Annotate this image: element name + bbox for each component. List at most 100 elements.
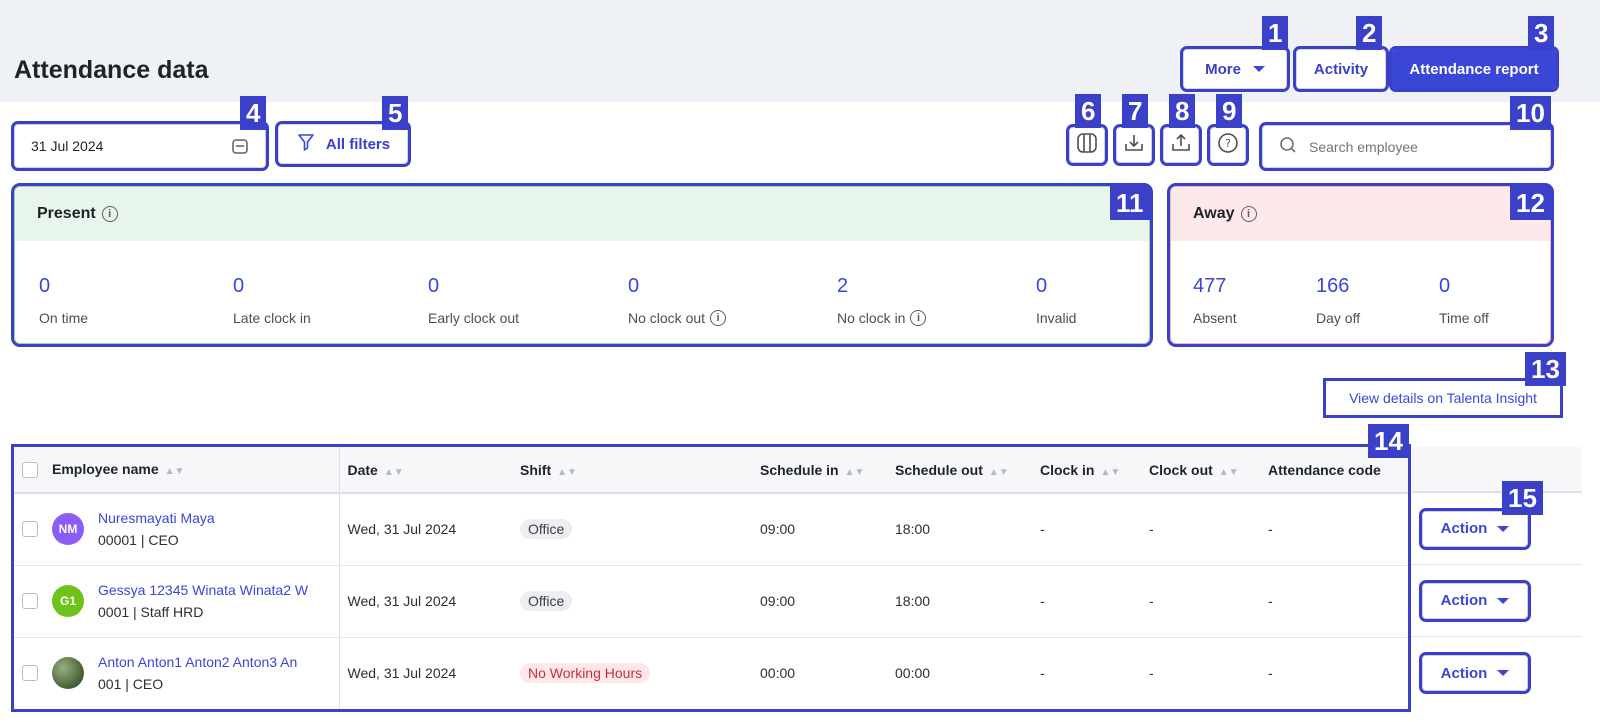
table-header-row: Employee name ▲▼ Date ▲▼ Shift ▲▼ Schedule … — [14, 447, 1408, 494]
col-clock-out[interactable]: Clock out ▲▼ — [1141, 447, 1260, 494]
row-checkbox[interactable] — [22, 665, 38, 682]
attendance-report-button[interactable]: Attendance report — [1389, 46, 1559, 92]
annotation-badge: 11 — [1110, 186, 1150, 220]
col-employee-name[interactable]: Employee name ▲▼ — [14, 447, 340, 494]
action-button[interactable]: Action — [1419, 507, 1531, 550]
stat-label: Absent — [1193, 310, 1237, 326]
all-filters-button[interactable]: All filters — [275, 121, 411, 167]
stat-absent[interactable]: 477 Absent — [1193, 275, 1237, 326]
shift-badge: Office — [520, 591, 573, 611]
action-button[interactable]: Action — [1419, 579, 1531, 622]
row-checkbox[interactable] — [22, 521, 38, 538]
stat-label: Early clock out — [428, 310, 520, 326]
annotation-badge: 9 — [1216, 94, 1243, 128]
attendance-table: Employee name ▲▼ Date ▲▼ Shift ▲▼ Schedule … — [11, 444, 1411, 712]
sort-icon[interactable]: ▲▼ — [384, 467, 404, 478]
info-icon[interactable]: i — [101, 206, 118, 222]
annotation-badge: 5 — [382, 96, 409, 130]
action-label: Action — [1440, 664, 1488, 682]
stat-invalid[interactable]: 0 Invalid — [1036, 275, 1076, 326]
action-row: Action — [1412, 637, 1582, 709]
attendance-code-cell: - — [1268, 665, 1273, 682]
date-value: 31 Jul 2024 — [31, 138, 104, 154]
talenta-insight-link[interactable]: View details on Talenta Insight — [1323, 378, 1563, 418]
stat-time-off[interactable]: 0 Time off — [1439, 275, 1489, 326]
info-icon[interactable]: i — [710, 310, 727, 326]
col-date[interactable]: Date ▲▼ — [339, 447, 512, 494]
all-filters-label: All filters — [325, 135, 391, 153]
page-title: Attendance data — [14, 56, 209, 84]
question-icon: ? — [1217, 132, 1239, 159]
help-button[interactable]: ? — [1207, 124, 1249, 166]
activity-button[interactable]: Activity — [1293, 46, 1389, 92]
chevron-down-icon — [1497, 670, 1510, 676]
date-cell: Wed, 31 Jul 2024 — [339, 493, 512, 566]
stat-value: 166 — [1316, 275, 1350, 297]
chevron-down-icon — [1497, 597, 1510, 604]
action-column: Action Action Action — [1412, 447, 1582, 709]
shift-badge: Office — [520, 519, 573, 540]
avatar: G1 — [52, 585, 84, 617]
employee-name-link[interactable]: Gessya 12345 Winata Winata2 W — [98, 582, 308, 598]
action-button[interactable]: Action — [1419, 652, 1531, 694]
stat-on-time[interactable]: 0 On time — [39, 275, 88, 326]
stat-no-clock-out[interactable]: 0 No clock out i — [628, 275, 727, 326]
employee-name-link[interactable]: Nuresmayati Maya — [98, 510, 215, 526]
schedule-in-cell: 09:00 — [752, 565, 887, 638]
export-button[interactable] — [1160, 124, 1202, 166]
select-all-checkbox[interactable] — [22, 462, 38, 479]
search-input[interactable] — [1309, 138, 1529, 155]
more-button[interactable]: More — [1180, 46, 1290, 92]
date-picker[interactable]: 31 Jul 2024 — [11, 121, 269, 171]
search-employee-field[interactable] — [1259, 122, 1554, 171]
stat-label: Day off — [1316, 310, 1361, 326]
attendance-code-cell: - — [1260, 565, 1408, 638]
col-label: Schedule in — [760, 461, 839, 478]
sort-icon[interactable]: ▲▼ — [1219, 467, 1239, 478]
clock-in-cell: - — [1032, 565, 1141, 638]
employee-name-link[interactable]: Anton Anton1 Anton2 Anton3 An — [98, 654, 297, 670]
col-label: Schedule out — [895, 461, 983, 478]
sort-icon[interactable]: ▲▼ — [845, 467, 865, 478]
stat-label: No clock in — [837, 310, 906, 326]
schedule-out-cell: 00:00 — [895, 665, 931, 682]
col-clock-in[interactable]: Clock in ▲▼ — [1032, 447, 1141, 494]
shift-badge: No Working Hours — [520, 663, 651, 684]
away-title: Away — [1193, 205, 1235, 222]
annotation-badge: 15 — [1502, 481, 1543, 515]
annotation-badge: 8 — [1169, 94, 1196, 128]
col-schedule-in[interactable]: Schedule in ▲▼ — [752, 447, 887, 494]
sort-icon[interactable]: ▲▼ — [1100, 467, 1120, 478]
info-icon[interactable]: i — [1240, 206, 1257, 222]
stat-day-off[interactable]: 166 Day off — [1316, 275, 1360, 326]
avatar-photo — [52, 657, 84, 690]
annotation-badge: 3 — [1528, 16, 1555, 50]
stat-no-clock-in[interactable]: 2 No clock in i — [837, 275, 927, 326]
schedule-in-cell: 00:00 — [760, 665, 796, 682]
annotation-badge: 1 — [1262, 16, 1289, 50]
employee-id-position: 00001 | CEO — [98, 532, 179, 549]
annotation-badge: 7 — [1122, 94, 1149, 128]
row-checkbox[interactable] — [22, 593, 38, 609]
stat-early-clock-out[interactable]: 0 Early clock out — [428, 275, 519, 326]
col-label: Employee name — [52, 460, 159, 477]
columns-button[interactable] — [1066, 124, 1108, 166]
action-label: Action — [1440, 592, 1488, 609]
sort-icon[interactable]: ▲▼ — [557, 467, 577, 478]
clock-out-cell: - — [1149, 665, 1154, 682]
stat-value: 0 — [428, 275, 440, 297]
search-icon — [1279, 136, 1297, 157]
annotation-badge: 14 — [1368, 424, 1409, 458]
away-card: Away i 477 Absent 166 Day off 0 Time off — [1167, 183, 1554, 347]
sort-icon[interactable]: ▲▼ — [165, 466, 185, 477]
stat-label: On time — [39, 310, 89, 326]
sort-icon[interactable]: ▲▼ — [989, 467, 1009, 478]
date-cell: Wed, 31 Jul 2024 — [347, 665, 457, 682]
svg-text:?: ? — [1225, 137, 1231, 150]
info-icon[interactable]: i — [910, 310, 927, 326]
col-shift[interactable]: Shift ▲▼ — [512, 447, 752, 494]
table-row: G1 Gessya 12345 Winata Winata2 W 0001 | … — [14, 565, 1408, 638]
stat-late-clock-in[interactable]: 0 Late clock in — [233, 275, 311, 326]
col-schedule-out[interactable]: Schedule out ▲▼ — [887, 447, 1032, 494]
download-button[interactable] — [1113, 124, 1155, 166]
